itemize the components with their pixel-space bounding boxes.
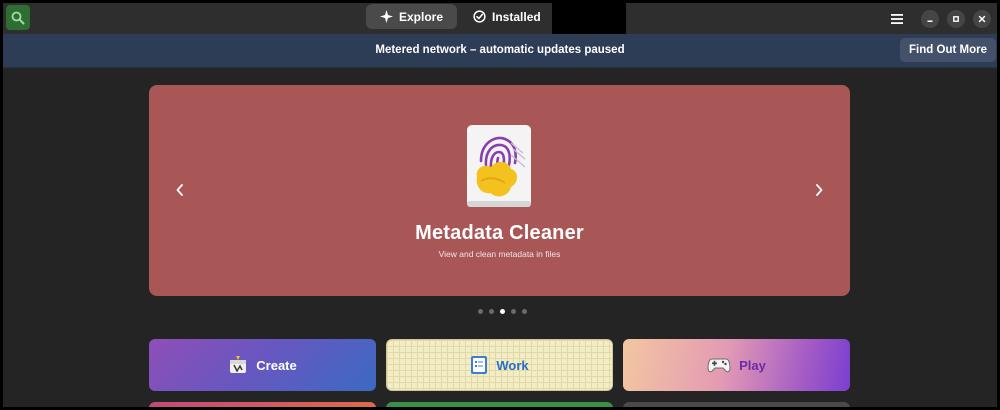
featured-app-subtitle: View and clean metadata in files xyxy=(438,249,561,259)
category-create-label: Create xyxy=(256,357,297,373)
carousel-dot[interactable] xyxy=(478,309,483,314)
tab-explore[interactable]: Explore xyxy=(366,4,458,29)
chevron-left-icon xyxy=(176,184,183,196)
minimize-icon xyxy=(927,20,933,22)
carousel-dot[interactable] xyxy=(489,309,494,314)
search-button[interactable] xyxy=(6,5,30,30)
header-bar: Explore Installed xyxy=(3,3,997,34)
find-out-more-button[interactable]: Find Out More xyxy=(900,38,996,62)
featured-carousel[interactable]: Metadata Cleaner View and clean metadata… xyxy=(149,85,850,296)
hamburger-menu-icon xyxy=(891,13,903,24)
app-window: Explore Installed Metered network – auto… xyxy=(3,3,997,407)
close-icon xyxy=(978,15,986,22)
category-play[interactable]: Play xyxy=(623,339,850,391)
carousel-dot[interactable] xyxy=(511,309,516,314)
featured-app-title: Metadata Cleaner xyxy=(415,222,584,244)
category-work[interactable]: Work xyxy=(386,339,613,391)
carousel-next-button[interactable] xyxy=(806,177,832,203)
chevron-right-icon xyxy=(816,184,823,196)
banner-message: Metered network – automatic updates paus… xyxy=(375,44,625,56)
work-icon xyxy=(471,356,488,374)
tab-explore-label: Explore xyxy=(399,9,444,24)
category-tile-partial[interactable] xyxy=(386,402,613,407)
carousel-dot[interactable] xyxy=(522,309,527,314)
main-menu-button[interactable] xyxy=(887,9,907,29)
window-controls xyxy=(887,3,991,34)
carousel-page-indicator xyxy=(478,309,527,314)
gamepad-icon xyxy=(707,358,731,373)
search-icon xyxy=(11,11,25,24)
category-create[interactable]: Create xyxy=(149,339,376,391)
category-play-label: Play xyxy=(739,357,766,373)
minimize-button[interactable] xyxy=(921,9,939,28)
installed-check-icon xyxy=(473,10,486,23)
create-icon xyxy=(230,356,247,373)
category-work-label: Work xyxy=(496,357,529,373)
carousel-dot-active[interactable] xyxy=(500,309,505,314)
metered-network-banner: Metered network – automatic updates paus… xyxy=(3,34,997,68)
metadata-cleaner-app-icon xyxy=(467,125,531,207)
tab-installed-label: Installed xyxy=(492,9,541,24)
maximize-button[interactable] xyxy=(947,9,965,28)
explore-icon xyxy=(380,10,393,23)
tab-installed[interactable]: Installed xyxy=(459,4,555,29)
close-button[interactable] xyxy=(973,9,991,28)
blank-region xyxy=(552,3,626,34)
category-tile-partial[interactable] xyxy=(623,402,850,407)
view-switcher: Explore Installed xyxy=(366,4,555,32)
category-tile-partial[interactable] xyxy=(149,402,376,407)
maximize-icon xyxy=(953,15,959,22)
carousel-previous-button[interactable] xyxy=(167,177,193,203)
